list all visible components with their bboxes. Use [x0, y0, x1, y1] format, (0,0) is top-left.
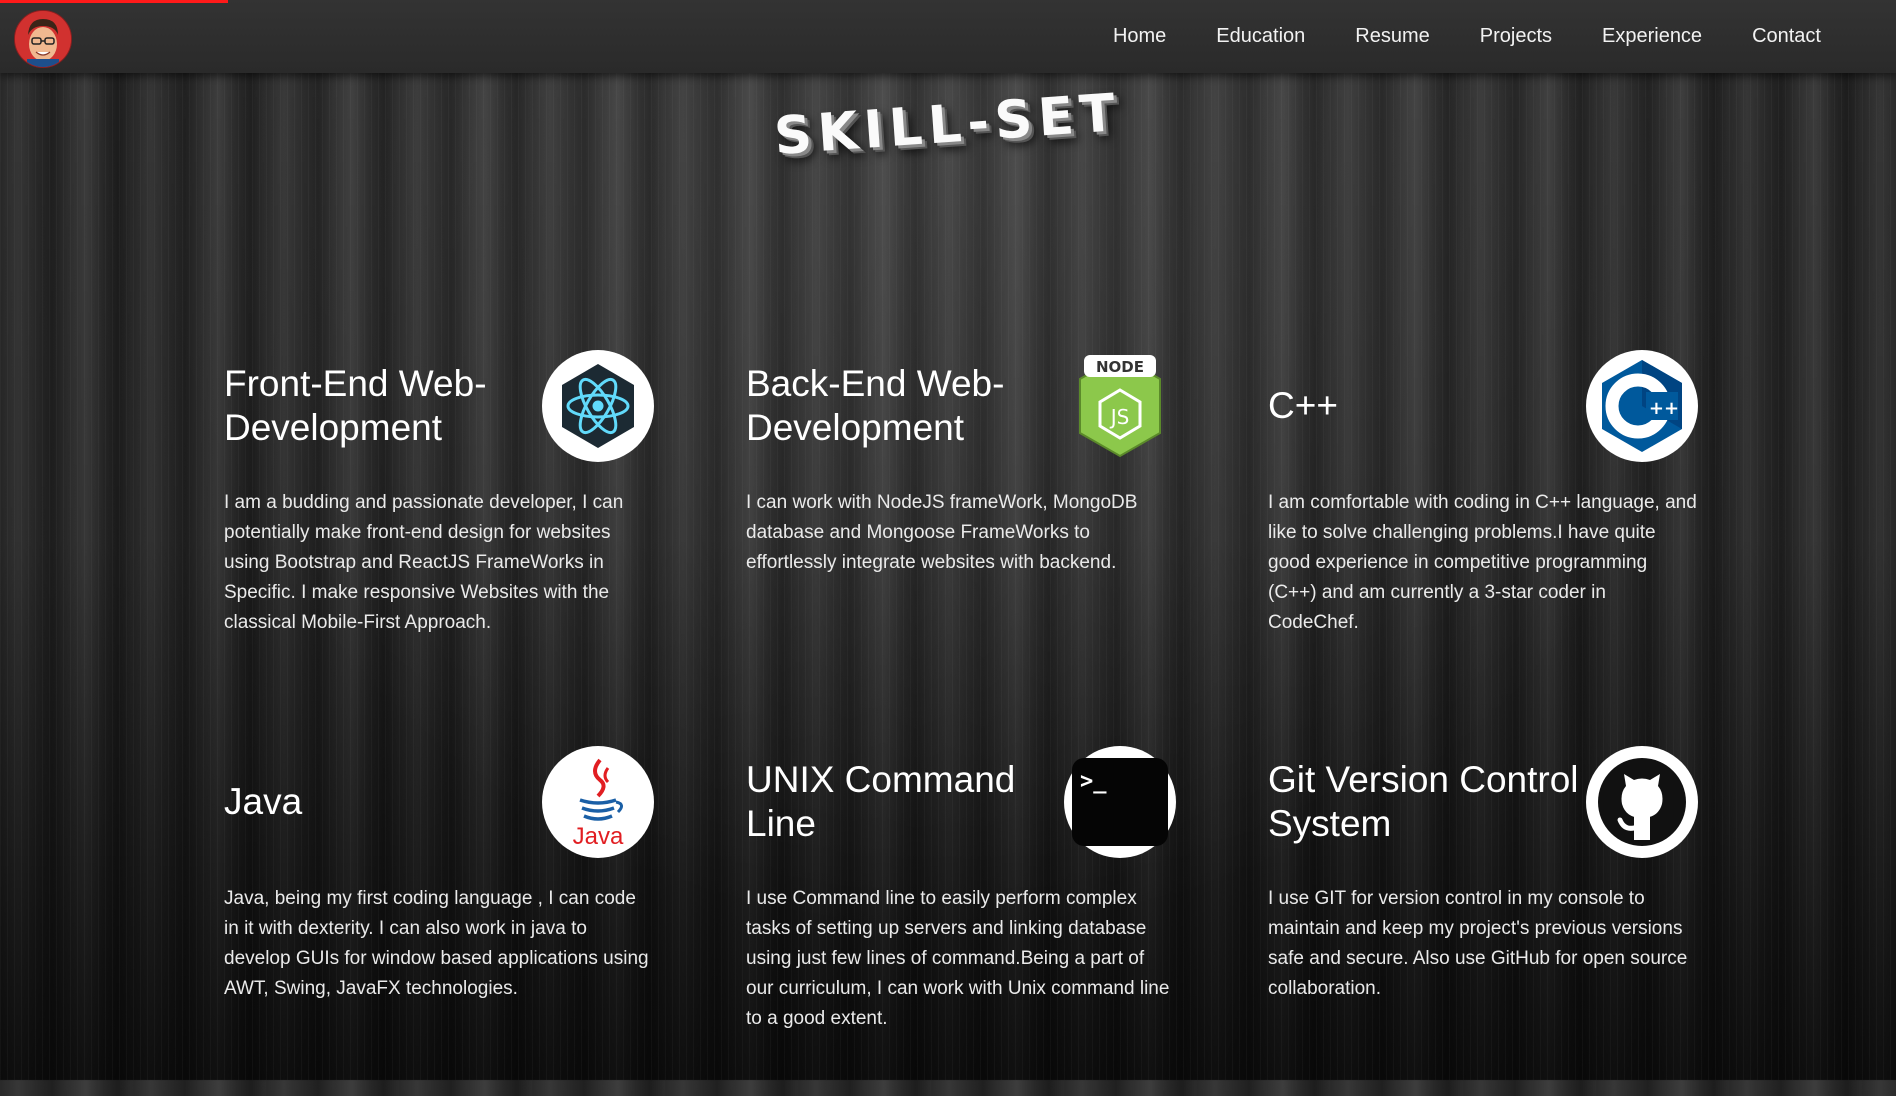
skill-description: Java, being my first coding language , I…: [224, 888, 649, 999]
nodejs-icon: NODE JS: [1064, 350, 1176, 462]
skill-title: Java: [224, 781, 303, 822]
node-js-text: JS: [1109, 405, 1130, 429]
skill-card-git: Git Version Control System I use GIT for…: [1268, 746, 1698, 1096]
skill-card-backend: Back-End Web-Development NODE JS I can w…: [746, 350, 1176, 746]
skill-card-header: Git Version Control System: [1268, 746, 1698, 858]
nav-education-link[interactable]: Education: [1191, 25, 1330, 48]
cpp-icon: ++: [1586, 350, 1698, 462]
scroll-progress-fill: [0, 0, 228, 3]
skill-description: I am comfortable with coding in C++ lang…: [1268, 492, 1697, 633]
skill-description: I can work with NodeJS frameWork, MongoD…: [746, 492, 1138, 573]
terminal-prompt-text: >_: [1080, 769, 1107, 794]
skill-title: C++: [1268, 385, 1338, 426]
section-title: SKILL-SET: [772, 82, 1124, 168]
skill-title: Front-End Web-Development: [224, 363, 487, 448]
skill-card-header: C++ ++: [1268, 350, 1698, 462]
skill-card-java: Java Java Java, being my first coding la…: [224, 746, 654, 1096]
avatar-portrait-icon: [15, 11, 71, 67]
scroll-progress-bar: [0, 0, 1896, 3]
avatar[interactable]: [14, 10, 72, 68]
cpp-plus-text: ++: [1649, 398, 1679, 419]
skill-card-unix: UNIX Command Line >_ I use Command line …: [746, 746, 1176, 1096]
skill-description: I use GIT for version control in my cons…: [1268, 888, 1688, 999]
terminal-icon: >_: [1064, 746, 1176, 858]
skill-title: UNIX Command Line: [746, 759, 1016, 844]
java-logo-text: Java: [573, 823, 624, 850]
java-icon: Java: [542, 746, 654, 858]
skill-card-header: Front-End Web-Development: [224, 350, 654, 462]
node-logo-text: NODE: [1096, 358, 1144, 376]
skill-card-frontend: Front-End Web-Development I am a budding…: [224, 350, 654, 746]
skill-title: Back-End Web-Development: [746, 363, 1005, 448]
nav-projects-link[interactable]: Projects: [1455, 25, 1577, 48]
skill-card-cpp: C++ ++ I am comfortable with coding in C…: [1268, 350, 1698, 746]
react-icon: [542, 350, 654, 462]
nav-contact-link[interactable]: Contact: [1727, 25, 1846, 48]
skill-description: I use Command line to easily perform com…: [746, 888, 1170, 1029]
navbar: Home Education Resume Projects Experienc…: [0, 0, 1896, 73]
skill-title: Git Version Control System: [1268, 759, 1579, 844]
skill-card-header: UNIX Command Line >_: [746, 746, 1176, 858]
skill-card-header: Java Java: [224, 746, 654, 858]
github-icon: [1586, 746, 1698, 858]
nav-links: Home Education Resume Projects Experienc…: [1088, 0, 1846, 73]
section-title-wrapper: SKILL-SET: [0, 83, 1896, 167]
nav-experience-link[interactable]: Experience: [1577, 25, 1727, 48]
nav-home-link[interactable]: Home: [1088, 25, 1191, 48]
skill-description: I am a budding and passionate developer,…: [224, 492, 624, 633]
skill-card-header: Back-End Web-Development NODE JS: [746, 350, 1176, 462]
nav-resume-link[interactable]: Resume: [1330, 25, 1454, 48]
skills-grid: Front-End Web-Development I am a budding…: [224, 350, 1698, 1096]
